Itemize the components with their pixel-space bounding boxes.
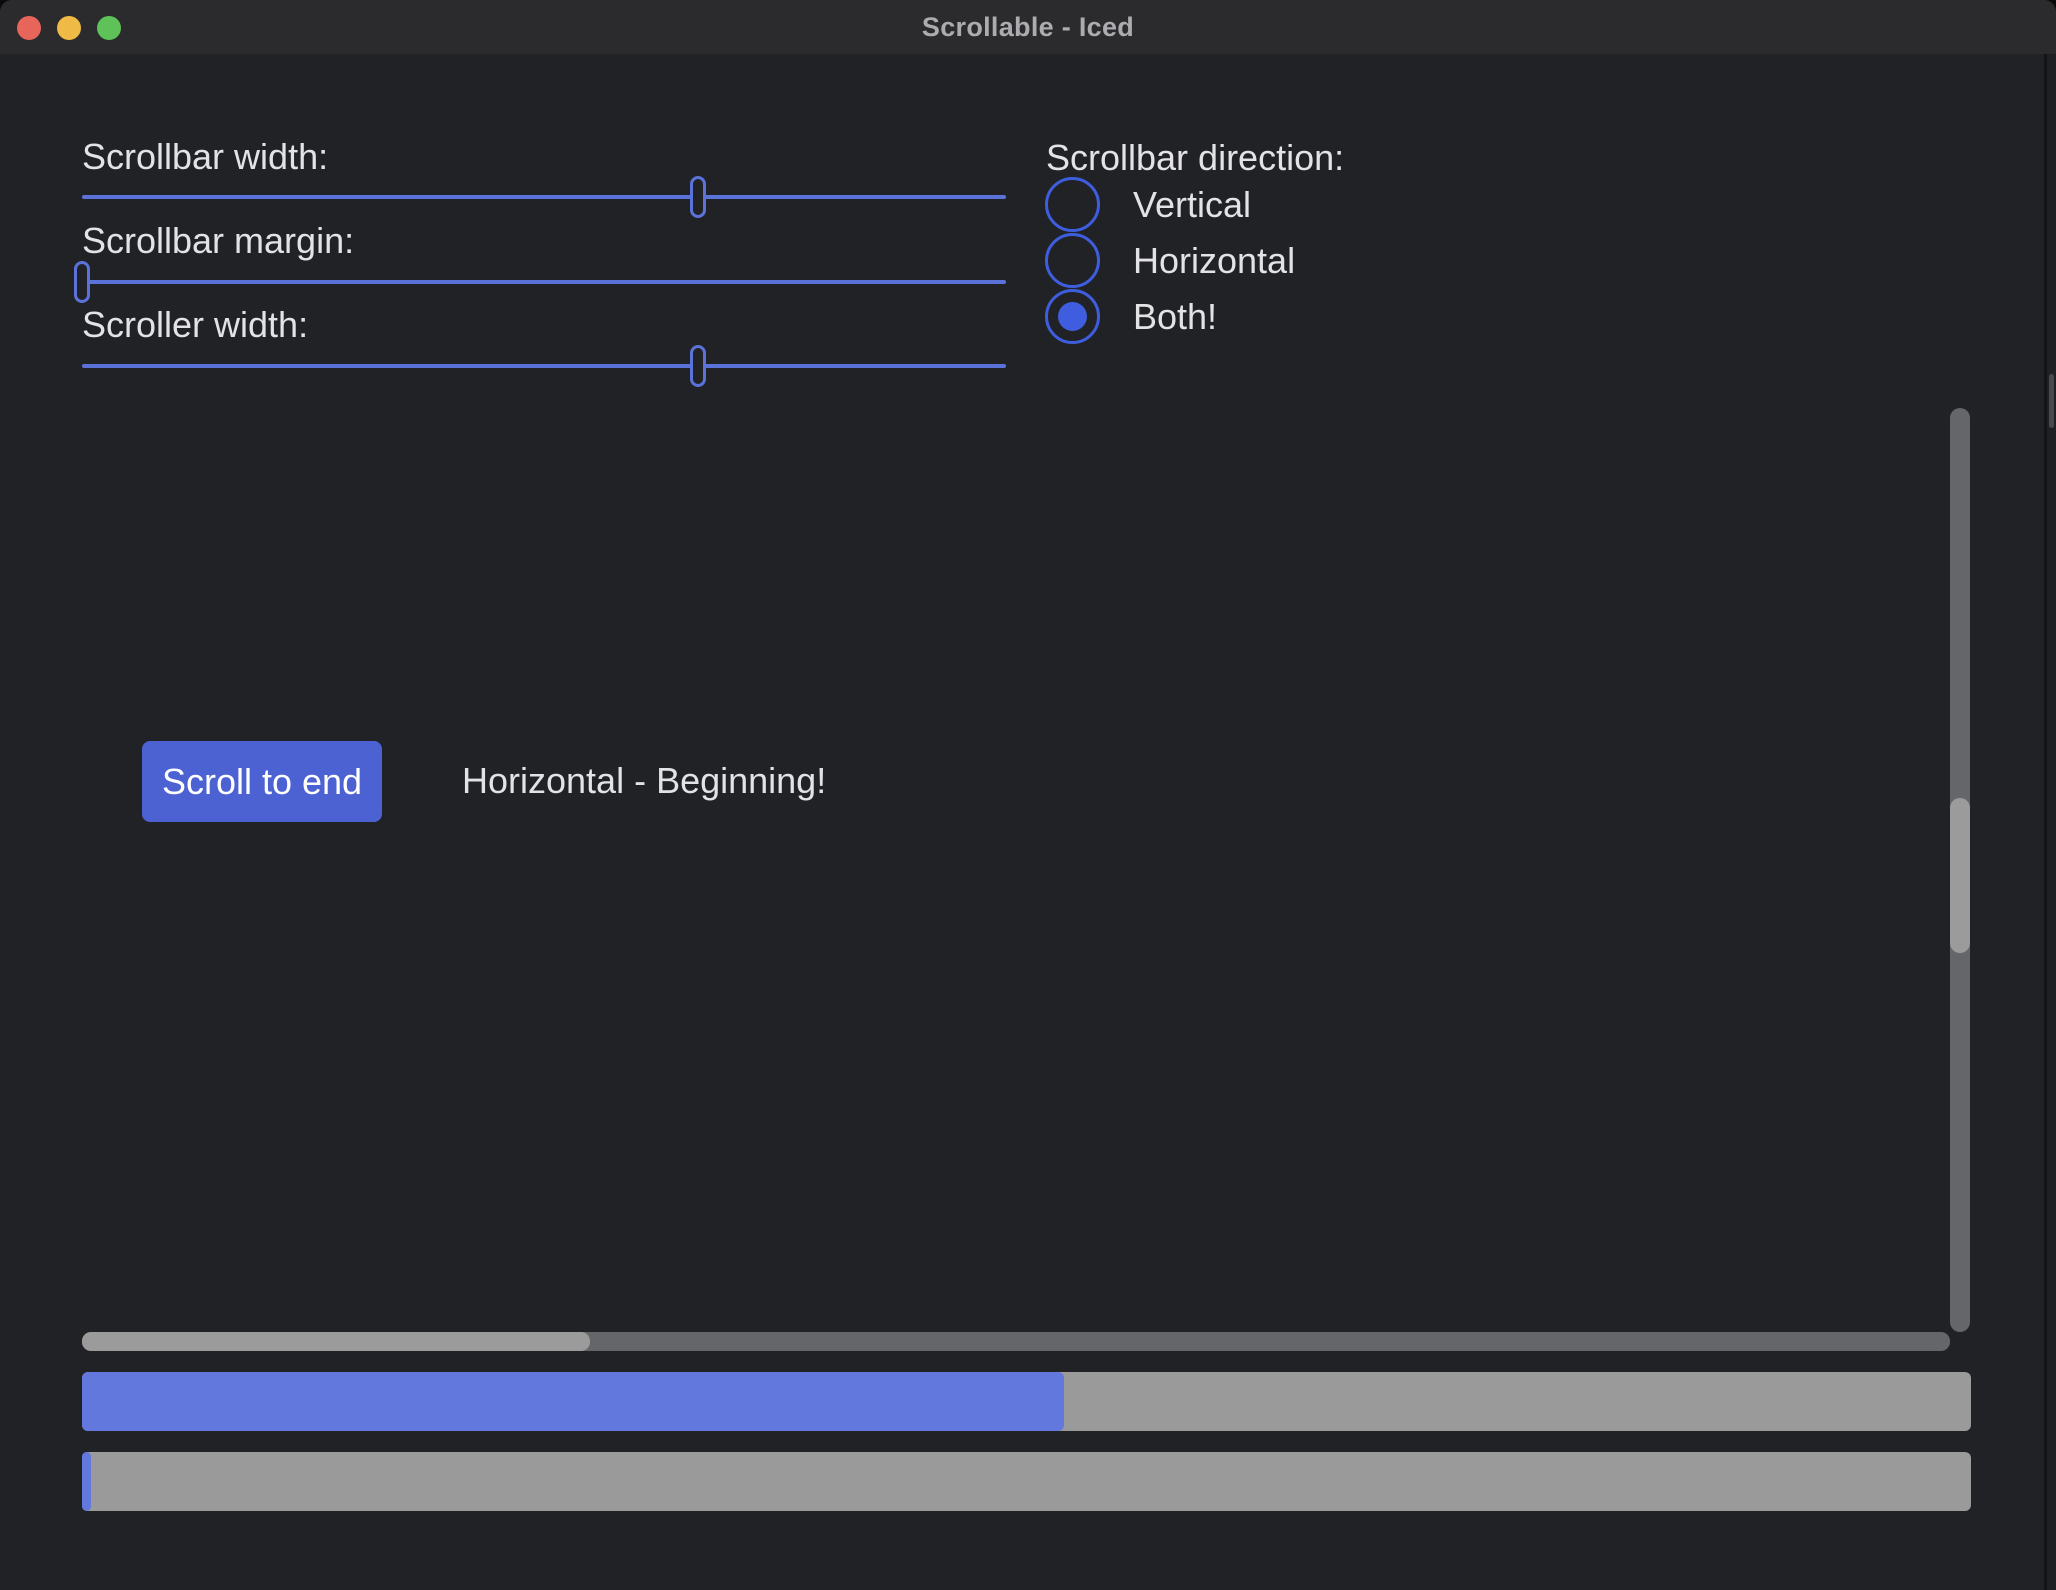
slider-label-scrollbar-width: Scrollbar width: xyxy=(82,139,328,175)
progress-fill xyxy=(82,1372,1064,1431)
slider-handle[interactable] xyxy=(690,345,706,387)
progress-bar-vertical xyxy=(82,1452,1971,1511)
radio-option-horizontal[interactable]: Horizontal xyxy=(1045,233,1295,288)
app-window: Scrollable - Iced Scrollbar width: Scrol… xyxy=(0,0,2056,1590)
radio-dot-icon xyxy=(1058,302,1087,331)
direction-group-label: Scrollbar direction: xyxy=(1046,140,1344,176)
slider-label-scroller-width: Scroller width: xyxy=(82,307,308,343)
radio-option-vertical[interactable]: Vertical xyxy=(1045,177,1251,232)
radio-circle-icon[interactable] xyxy=(1045,233,1100,288)
scroll-to-end-button[interactable]: Scroll to end xyxy=(142,741,382,822)
slider-track[interactable] xyxy=(82,195,1006,199)
window-title: Scrollable - Iced xyxy=(0,0,2056,54)
radio-circle-icon[interactable] xyxy=(1045,289,1100,344)
titlebar: Scrollable - Iced xyxy=(0,0,2056,55)
horizontal-scrollbar-thumb[interactable] xyxy=(82,1332,590,1351)
radio-option-both[interactable]: Both! xyxy=(1045,289,1217,344)
slider-track[interactable] xyxy=(82,280,1006,284)
radio-label: Both! xyxy=(1133,299,1217,335)
slider-scroller-width[interactable] xyxy=(82,345,1006,387)
slider-scrollbar-margin[interactable] xyxy=(82,261,1006,303)
overlay-scrollbar-nub xyxy=(2049,374,2054,428)
horizontal-scrollbar[interactable] xyxy=(82,1332,1950,1351)
slider-scrollbar-width[interactable] xyxy=(82,176,1006,218)
slider-handle[interactable] xyxy=(690,176,706,218)
status-text: Horizontal - Beginning! xyxy=(462,763,826,799)
vertical-scrollbar-thumb[interactable] xyxy=(1950,798,1970,953)
window-edge-strip xyxy=(2047,54,2056,1590)
slider-label-scrollbar-margin: Scrollbar margin: xyxy=(82,223,354,259)
progress-bar-horizontal xyxy=(82,1372,1971,1431)
radio-label: Horizontal xyxy=(1133,243,1295,279)
vertical-scrollbar[interactable] xyxy=(1950,408,1970,1332)
progress-fill xyxy=(82,1452,91,1511)
slider-track[interactable] xyxy=(82,364,1006,368)
radio-circle-icon[interactable] xyxy=(1045,177,1100,232)
radio-label: Vertical xyxy=(1133,187,1251,223)
slider-handle[interactable] xyxy=(74,261,90,303)
